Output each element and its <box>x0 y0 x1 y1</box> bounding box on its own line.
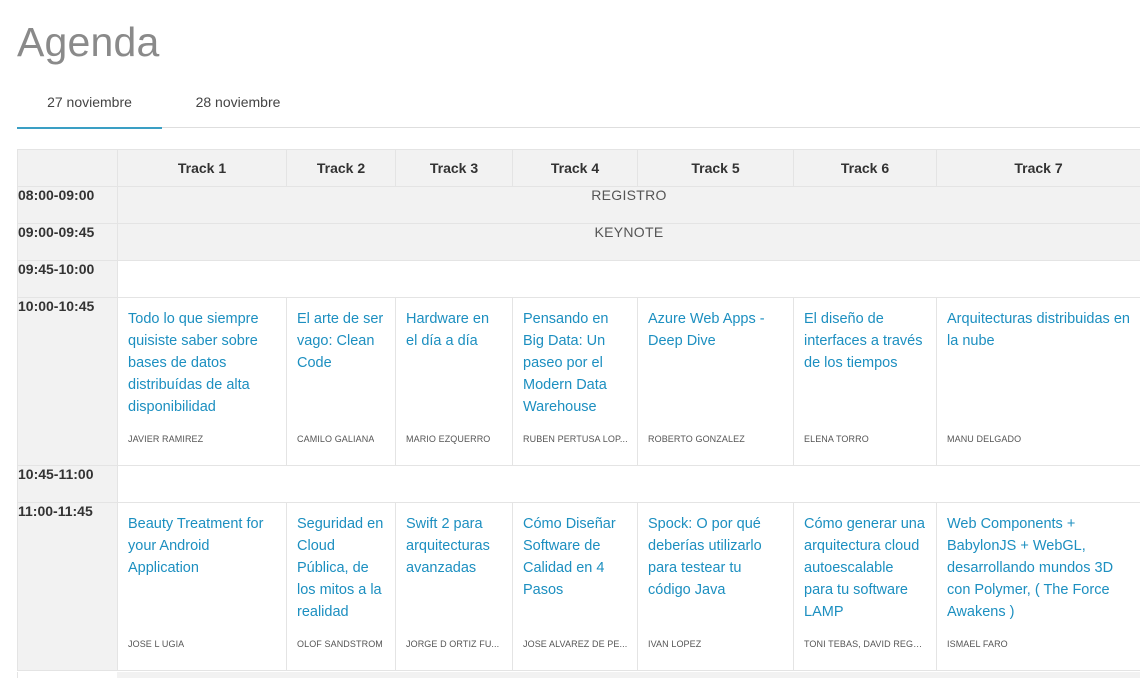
talk-speaker: CAMILO GALIANA <box>297 434 375 444</box>
agenda-row: 10:00-10:45 Todo lo que siempre quisiste… <box>17 297 1140 466</box>
break-slot <box>117 465 1140 503</box>
keynote-block: KEYNOTE <box>117 223 1140 261</box>
agenda-row: 09:00-09:45 KEYNOTE <box>17 223 1140 261</box>
talk-speaker: JOSE L UGIA <box>128 639 185 649</box>
page-title: Agenda <box>17 19 160 65</box>
agenda-row: 11:00-11:45 Beauty Treatment for your An… <box>17 502 1140 671</box>
talk-cell: El arte de ser vago: Clean Code CAMILO G… <box>286 297 396 466</box>
agenda-row: 10:45-11:00 <box>17 465 1140 503</box>
track-header: Track 3 <box>395 149 513 187</box>
talk-cell: El diseño de interfaces a través de los … <box>793 297 937 466</box>
talk-title-link[interactable]: El diseño de interfaces a través de los … <box>804 308 926 374</box>
talk-title-link[interactable]: Pensando en Big Data: Un paseo por el Mo… <box>523 308 627 418</box>
talk-title-link[interactable]: Hardware en el día a día <box>406 308 502 352</box>
time-slot: 08:00-09:00 <box>17 186 118 224</box>
talk-cell: Seguridad en Cloud Pública, de los mitos… <box>286 502 396 671</box>
talk-speaker: JAVIER RAMIREZ <box>128 434 204 444</box>
track-header: Track 2 <box>286 149 396 187</box>
talk-speaker: MANU DELGADO <box>947 434 1022 444</box>
agenda-row: 09:45-10:00 <box>17 260 1140 298</box>
time-slot: 10:00-10:45 <box>17 297 118 466</box>
time-slot: 10:45-11:00 <box>17 465 118 503</box>
talk-cell: Web Components + BabylonJS + WebGL, desa… <box>936 502 1140 671</box>
talk-cell: Beauty Treatment for your Android Applic… <box>117 502 287 671</box>
talk-cell: Cómo generar una arquitectura cloud auto… <box>793 502 937 671</box>
talk-speaker: ROBERTO GONZALEZ <box>648 434 745 444</box>
next-row-edge <box>117 672 1140 678</box>
date-tabs: 27 noviembre 28 noviembre <box>17 86 1140 129</box>
track-header: Track 7 <box>936 149 1140 187</box>
talk-cell: Hardware en el día a día MARIO EZQUERRO <box>395 297 513 466</box>
talk-title-link[interactable]: El arte de ser vago: Clean Code <box>297 308 385 374</box>
talk-title-link[interactable]: Azure Web Apps - Deep Dive <box>648 308 783 352</box>
talk-cell: Swift 2 para arquitecturas avanzadas JOR… <box>395 502 513 671</box>
time-slot: 11:00-11:45 <box>17 502 118 671</box>
talk-title-link[interactable]: Beauty Treatment for your Android Applic… <box>128 513 276 579</box>
break-slot <box>117 260 1140 298</box>
registro-block: REGISTRO <box>117 186 1140 224</box>
talk-title-link[interactable]: Seguridad en Cloud Pública, de los mitos… <box>297 513 385 623</box>
next-row-time-edge <box>17 672 119 678</box>
talk-speaker: OLOF SANDSTROM <box>297 639 383 649</box>
talk-cell: Arquitecturas distribuidas en la nube MA… <box>936 297 1140 466</box>
talk-title-link[interactable]: Cómo generar una arquitectura cloud auto… <box>804 513 926 623</box>
talk-title-link[interactable]: Web Components + BabylonJS + WebGL, desa… <box>947 513 1130 623</box>
talk-title-link[interactable]: Swift 2 para arquitecturas avanzadas <box>406 513 502 579</box>
talk-cell: Cómo Diseñar Software de Calidad en 4 Pa… <box>512 502 638 671</box>
tab-27-noviembre[interactable]: 27 noviembre <box>17 86 162 129</box>
talk-speaker: MARIO EZQUERRO <box>406 434 491 444</box>
talk-speaker: JOSE ALVAREZ DE PE... <box>523 639 628 649</box>
time-column-header <box>17 149 118 187</box>
agenda-row: 08:00-09:00 REGISTRO <box>17 186 1140 224</box>
talk-speaker: RUBEN PERTUSA LOP... <box>523 434 628 444</box>
track-header: Track 1 <box>117 149 287 187</box>
time-slot: 09:45-10:00 <box>17 260 118 298</box>
talk-speaker: ELENA TORRO <box>804 434 869 444</box>
track-header: Track 5 <box>637 149 794 187</box>
track-header: Track 4 <box>512 149 638 187</box>
talk-speaker: IVAN LOPEZ <box>648 639 702 649</box>
talk-title-link[interactable]: Arquitecturas distribuidas en la nube <box>947 308 1130 352</box>
talk-title-link[interactable]: Cómo Diseñar Software de Calidad en 4 Pa… <box>523 513 627 601</box>
talk-speaker: ISMAEL FARO <box>947 639 1008 649</box>
talk-cell: Todo lo que siempre quisiste saber sobre… <box>117 297 287 466</box>
talk-title-link[interactable]: Todo lo que siempre quisiste saber sobre… <box>128 308 276 418</box>
agenda-table: Track 1 Track 2 Track 3 Track 4 Track 5 … <box>17 149 1140 671</box>
talk-speaker: JORGE D ORTIZ FU... <box>406 639 500 649</box>
talk-cell: Azure Web Apps - Deep Dive ROBERTO GONZA… <box>637 297 794 466</box>
talk-cell: Pensando en Big Data: Un paseo por el Mo… <box>512 297 638 466</box>
track-header-row: Track 1 Track 2 Track 3 Track 4 Track 5 … <box>17 149 1140 187</box>
track-header: Track 6 <box>793 149 937 187</box>
talk-speaker: TONI TEBAS, DAVID REGO... <box>804 639 926 649</box>
talk-cell: Spock: O por qué deberías utilizarlo par… <box>637 502 794 671</box>
time-slot: 09:00-09:45 <box>17 223 118 261</box>
talk-title-link[interactable]: Spock: O por qué deberías utilizarlo par… <box>648 513 783 601</box>
tab-28-noviembre[interactable]: 28 noviembre <box>162 86 314 126</box>
